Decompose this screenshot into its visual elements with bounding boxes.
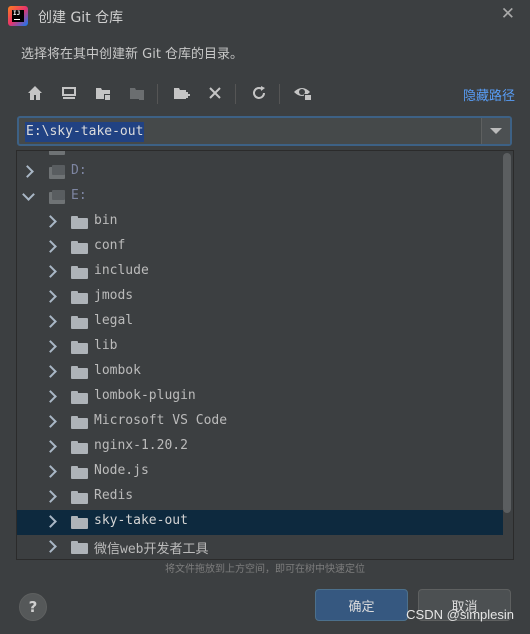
tree-row[interactable]: Redis xyxy=(17,485,503,510)
tree-item-label: D: xyxy=(71,163,87,178)
chevron-right-icon[interactable] xyxy=(21,165,34,178)
directory-tree[interactable]: D: E: bin conf include jmods legal lib l… xyxy=(16,150,514,560)
close-icon[interactable]: ✕ xyxy=(501,4,515,24)
refresh-icon[interactable] xyxy=(246,80,272,106)
chevron-right-icon[interactable] xyxy=(44,415,57,428)
folder-icon xyxy=(71,216,88,229)
toolbar-separator xyxy=(157,84,158,104)
title-bar: IJ 创建 Git 仓库 ✕ xyxy=(0,0,530,34)
help-button[interactable]: ? xyxy=(19,593,47,621)
tree-row[interactable]: Node.js xyxy=(17,460,503,485)
tree-item-label: lombok xyxy=(94,363,141,378)
chevron-right-icon[interactable] xyxy=(44,515,57,528)
chevron-down-icon[interactable] xyxy=(481,118,510,144)
tree-row[interactable]: bin xyxy=(17,210,503,235)
tree-row[interactable]: lib xyxy=(17,335,503,360)
tree-item-label: nginx-1.20.2 xyxy=(94,438,188,453)
tree-row[interactable]: lombok-plugin xyxy=(17,385,503,410)
chevron-right-icon[interactable] xyxy=(44,490,57,503)
folder-icon xyxy=(71,241,88,254)
ok-button[interactable]: 确定 xyxy=(315,589,408,621)
tree-item-label: Redis xyxy=(94,488,134,503)
tree-row-drive-e[interactable]: E: xyxy=(17,185,503,210)
tree-row[interactable]: conf xyxy=(17,235,503,260)
tree-item-label: lib xyxy=(94,338,118,353)
tree-row[interactable]: jmods xyxy=(17,285,503,310)
path-combobox[interactable]: E:\sky-take-out xyxy=(17,116,512,146)
tree-item-label: legal xyxy=(94,313,134,328)
tree-item-label: sky-take-out xyxy=(94,513,188,528)
chevron-right-icon[interactable] xyxy=(44,465,57,478)
chevron-right-icon[interactable] xyxy=(44,215,57,228)
dialog-title: 创建 Git 仓库 xyxy=(38,10,124,26)
folder-icon xyxy=(71,416,88,429)
chevron-right-icon[interactable] xyxy=(44,315,57,328)
chevron-right-icon[interactable] xyxy=(44,240,57,253)
tree-item-label: jmods xyxy=(94,288,134,303)
folder-icon xyxy=(71,316,88,329)
tree-item-label: 微信web开发者工具 xyxy=(94,542,209,557)
tree-item-label: lombok-plugin xyxy=(94,388,196,403)
tree-row[interactable]: 微信web开发者工具 xyxy=(17,535,503,559)
tree-scrollbar[interactable] xyxy=(503,153,511,513)
toolbar-separator xyxy=(235,84,236,104)
tree-row-selected[interactable]: sky-take-out xyxy=(17,510,503,535)
chevron-right-icon[interactable] xyxy=(44,265,57,278)
tree-item-label: E: xyxy=(71,188,87,203)
tree-item-label: Node.js xyxy=(94,463,149,478)
intellij-app-icon: IJ xyxy=(8,6,28,26)
hide-path-link[interactable]: 隐藏路径 xyxy=(463,85,515,104)
folder-icon xyxy=(71,391,88,404)
tree-item-label: include xyxy=(94,263,149,278)
chevron-right-icon[interactable] xyxy=(44,340,57,353)
chevron-right-icon[interactable] xyxy=(44,290,57,303)
chevron-right-icon[interactable] xyxy=(44,365,57,378)
tree-row[interactable]: lombok xyxy=(17,360,503,385)
tree-item-label: conf xyxy=(94,238,126,253)
folder-icon xyxy=(71,291,88,304)
folder-icon xyxy=(71,516,88,529)
dialog-description: 选择将在其中创建新 Git 仓库的目录。 xyxy=(21,47,244,62)
drive-icon xyxy=(49,190,65,204)
file-chooser-toolbar: 隐藏路径 xyxy=(20,80,515,108)
desktop-icon[interactable] xyxy=(56,80,82,106)
tree-row[interactable]: nginx-1.20.2 xyxy=(17,435,503,460)
folder-icon xyxy=(71,491,88,504)
folder-icon xyxy=(71,541,88,554)
drag-drop-hint: 将文件拖放到上方空间，即可在树中快速定位 xyxy=(165,564,365,575)
drive-icon xyxy=(49,151,65,155)
delete-icon[interactable] xyxy=(202,80,228,106)
module-folder-icon[interactable] xyxy=(124,80,150,106)
new-folder-icon[interactable] xyxy=(168,80,194,106)
tree-row-drive-d[interactable]: D: xyxy=(17,160,503,185)
toolbar-separator xyxy=(279,84,280,104)
tree-item-label: bin xyxy=(94,213,118,228)
folder-icon xyxy=(71,366,88,379)
csdn-watermark: CSDN @simplesin xyxy=(406,607,514,622)
project-folder-icon[interactable] xyxy=(90,80,116,106)
folder-icon xyxy=(71,441,88,454)
path-input[interactable]: E:\sky-take-out xyxy=(25,122,145,142)
chevron-right-icon[interactable] xyxy=(44,390,57,403)
chevron-right-icon[interactable] xyxy=(44,440,57,453)
chevron-right-icon[interactable] xyxy=(44,540,57,553)
tree-row[interactable]: include xyxy=(17,260,503,285)
folder-icon xyxy=(71,466,88,479)
folder-icon xyxy=(71,266,88,279)
tree-row[interactable]: legal xyxy=(17,310,503,335)
folder-icon xyxy=(71,341,88,354)
show-hidden-icon[interactable] xyxy=(290,80,316,106)
chevron-down-icon[interactable] xyxy=(22,188,35,201)
tree-item-label: Microsoft VS Code xyxy=(94,413,228,428)
tree-row[interactable]: Microsoft VS Code xyxy=(17,410,503,435)
drive-icon xyxy=(49,165,65,179)
home-icon[interactable] xyxy=(22,80,48,106)
